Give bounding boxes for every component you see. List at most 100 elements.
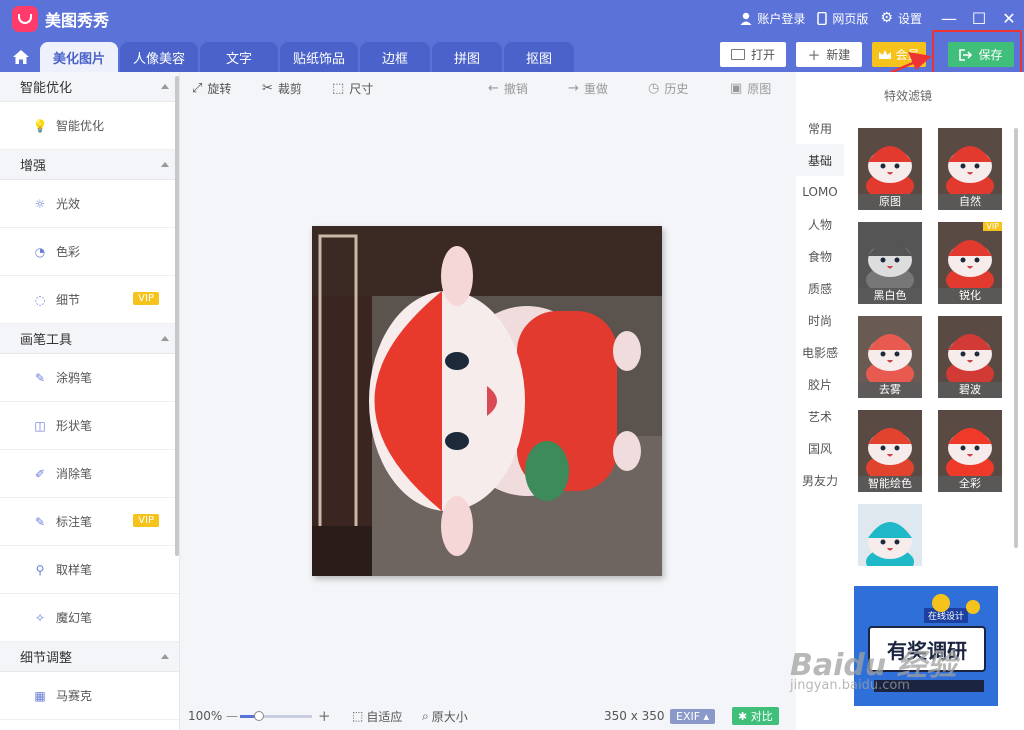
tab-border[interactable]: 边框 — [360, 42, 430, 72]
sidebar-item-light[interactable]: ☼ 光效 — [0, 180, 179, 228]
account-login-link[interactable]: 账户登录 — [740, 10, 805, 27]
section-header-brush[interactable]: 画笔工具 — [0, 324, 179, 354]
status-bar: 100% — + ⬚ 自适应 ⌕ 原大小 350 x 350 EXIF ▴ ✱ 对比 — [180, 702, 796, 730]
sidebar-item-label: 消除笔 — [56, 467, 93, 481]
sidebar-item-magic[interactable]: ✧ 魔幻笔 — [0, 594, 179, 642]
sidebar-item-shape[interactable]: ◫ 形状笔 — [0, 402, 179, 450]
image-dimensions: 350 x 350 — [604, 709, 665, 723]
plush-preview-icon — [866, 522, 914, 566]
sidebar-item-detail[interactable]: ◌ 细节 VIP — [0, 276, 179, 324]
tab-text[interactable]: 文字 — [200, 42, 278, 72]
filter-thumb[interactable]: 自然 — [938, 128, 1002, 210]
tab-portrait[interactable]: 人像美容 — [120, 42, 198, 72]
filter-thumb[interactable]: 全彩 — [938, 410, 1002, 492]
filter-thumb[interactable]: 碧波 — [938, 316, 1002, 398]
close-button[interactable]: ✕ — [994, 9, 1024, 28]
sidebar-item-label: 取样笔 — [56, 563, 93, 577]
history-button[interactable]: ◷ 历史 — [648, 80, 688, 97]
image-icon: ▣ — [730, 81, 743, 96]
baidu-watermark-url: jingyan.baidu.com — [790, 678, 910, 693]
category-texture[interactable]: 质感 — [796, 272, 844, 304]
category-fashion[interactable]: 时尚 — [796, 304, 844, 336]
vip-badge: VIP — [133, 514, 159, 527]
mosaic-icon: ▦ — [34, 688, 46, 703]
category-film-feel[interactable]: 电影感 — [796, 336, 844, 368]
undo-button[interactable]: ← 撤销 — [488, 80, 528, 97]
home-button[interactable] — [2, 42, 40, 72]
sidebar-item-dropper[interactable]: ⚲ 取样笔 — [0, 546, 179, 594]
minimize-button[interactable]: — — [934, 9, 964, 28]
exif-button[interactable]: EXIF ▴ — [670, 708, 716, 724]
filter-thumb-label: 去雾 — [858, 382, 922, 398]
actual-size-label: 原大小 — [431, 709, 468, 724]
tab-collage[interactable]: 拼图 — [432, 42, 502, 72]
undo-arrow-icon: ← — [488, 81, 499, 96]
plush-preview-icon — [946, 240, 994, 294]
filter-thumb[interactable]: 智能绘色 — [858, 410, 922, 492]
canvas-area: ⤢ 旋转 ✂ 裁剪 ⬚ 尺寸 ← 撤销 → 重做 ◷ 历史 ▣ 原图 100% … — [180, 72, 796, 730]
settings-link[interactable]: ⚙ 设置 — [880, 10, 922, 27]
image-icon — [730, 49, 745, 60]
actual-size-button[interactable]: ⌕ 原大小 — [422, 708, 468, 725]
sun-icon: ☼ — [34, 196, 46, 211]
zoom-out-button[interactable]: — — [226, 709, 238, 723]
plush-preview-icon — [866, 146, 914, 200]
sidebar-item-mark[interactable]: ✎ 标注笔 VIP — [0, 498, 179, 546]
category-basic[interactable]: 基础 — [796, 144, 844, 176]
category-chinese[interactable]: 国风 — [796, 432, 844, 464]
zoom-in-button[interactable]: + — [318, 707, 331, 725]
zoom-slider-thumb[interactable] — [254, 711, 264, 721]
coin-icon — [932, 594, 950, 612]
sidebar-item-doodle[interactable]: ✎ 涂鸦笔 — [0, 354, 179, 402]
category-common[interactable]: 常用 — [796, 112, 844, 144]
original-button[interactable]: ▣ 原图 — [730, 80, 771, 97]
fit-button[interactable]: ⬚ 自适应 — [352, 708, 402, 725]
category-boyfriend[interactable]: 男友力 — [796, 464, 844, 496]
tab-beautify[interactable]: 美化图片 — [40, 42, 118, 72]
filter-thumb[interactable] — [858, 504, 922, 566]
filter-thumb[interactable]: 黑白色 — [858, 222, 922, 304]
filter-thumb[interactable]: 去雾 — [858, 316, 922, 398]
tab-cutout[interactable]: 抠图 — [504, 42, 574, 72]
maximize-button[interactable]: ☐ — [964, 9, 994, 28]
category-film[interactable]: 胶片 — [796, 368, 844, 400]
web-version-link[interactable]: 网页版 — [817, 10, 868, 27]
crop-button[interactable]: ✂ 裁剪 — [262, 80, 302, 97]
tab-stickers[interactable]: 贴纸饰品 — [280, 42, 358, 72]
category-art[interactable]: 艺术 — [796, 400, 844, 432]
detail-icon: ◌ — [34, 292, 46, 307]
edited-photo[interactable] — [312, 226, 662, 576]
redo-arrow-icon: → — [568, 81, 579, 96]
app-title: 美图秀秀 — [45, 11, 110, 30]
redo-button[interactable]: → 重做 — [568, 80, 608, 97]
section-title: 增强 — [20, 159, 47, 174]
sidebar-scrollbar[interactable] — [175, 76, 179, 556]
zoom-slider-track[interactable] — [240, 711, 312, 721]
category-people[interactable]: 人物 — [796, 208, 844, 240]
section-header-detail-adjust[interactable]: 细节调整 — [0, 642, 179, 672]
size-button[interactable]: ⬚ 尺寸 — [332, 80, 373, 97]
category-food[interactable]: 食物 — [796, 240, 844, 272]
sidebar-item-mosaic[interactable]: ▦ 马赛克 — [0, 672, 179, 720]
plush-preview-icon — [946, 428, 994, 482]
redo-label: 重做 — [583, 82, 608, 96]
sidebar-item-smart-optimize[interactable]: 💡 智能优化 — [0, 102, 179, 150]
section-header-smart[interactable]: 智能优化 — [0, 72, 179, 102]
compare-button[interactable]: ✱ 对比 — [732, 707, 779, 725]
compare-label: 对比 — [750, 710, 773, 723]
section-title: 画笔工具 — [20, 333, 73, 348]
filter-thumb[interactable]: 锐化 VIP — [938, 222, 1002, 304]
rotate-button[interactable]: ⤢ 旋转 — [192, 80, 231, 97]
sidebar-item-eraser[interactable]: ✐ 消除笔 — [0, 450, 179, 498]
original-label: 原图 — [747, 82, 772, 96]
filter-scrollbar[interactable] — [1014, 128, 1018, 548]
edit-toolbar: ⤢ 旋转 ✂ 裁剪 ⬚ 尺寸 ← 撤销 → 重做 ◷ 历史 ▣ 原图 — [180, 72, 796, 102]
category-lomo[interactable]: LOMO — [796, 176, 844, 208]
filter-thumb-label: 智能绘色 — [858, 476, 922, 492]
sidebar-item-color[interactable]: ◔ 色彩 — [0, 228, 179, 276]
sidebar-item-label: 魔幻笔 — [56, 611, 93, 625]
resize-icon: ⬚ — [332, 81, 345, 96]
section-header-enhance[interactable]: 增强 — [0, 150, 179, 180]
filter-thumb[interactable]: 原图 — [858, 128, 922, 210]
main-tabs: 美化图片 人像美容 文字 贴纸饰品 边框 拼图 抠图 — [0, 40, 576, 72]
